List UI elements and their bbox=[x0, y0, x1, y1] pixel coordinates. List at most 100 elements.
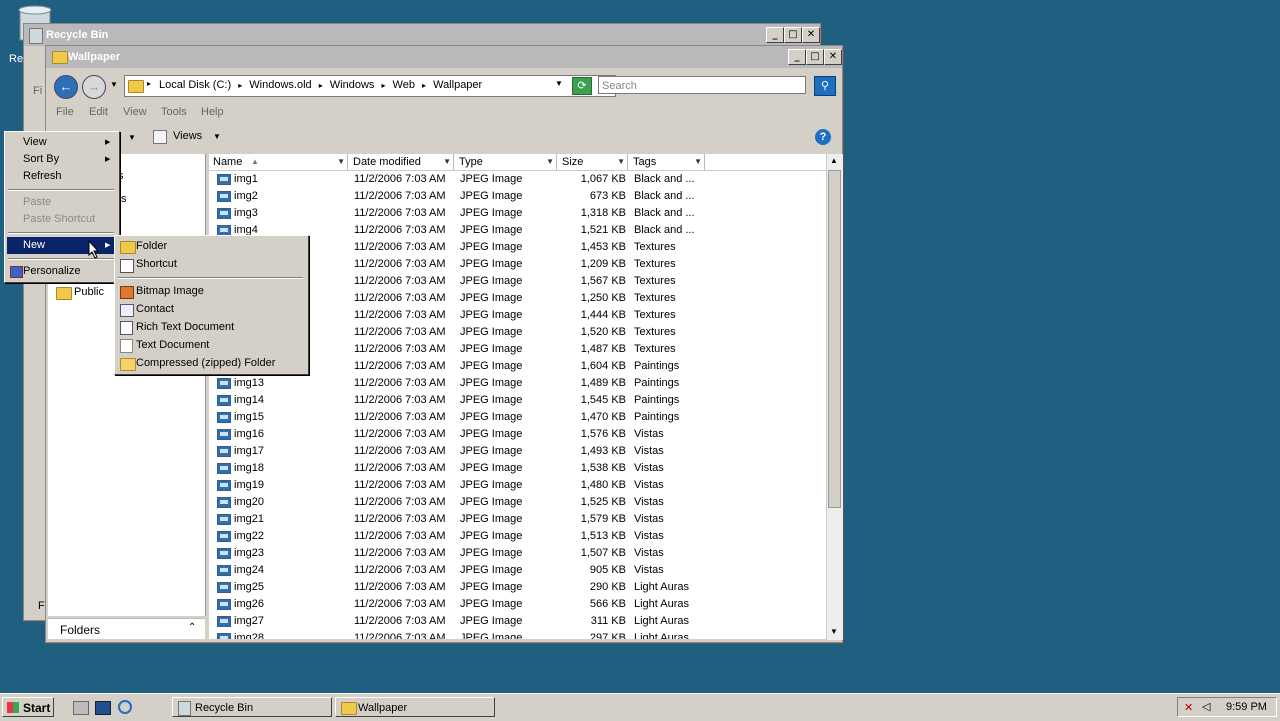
wallpaper-titlebar[interactable]: Wallpaper _ □ ✕ bbox=[46, 46, 842, 68]
file-row[interactable]: img13 11/2/2006 7:03 AM JPEG Image 1,489 KB… bbox=[209, 375, 829, 392]
search-icon[interactable]: ⚲ bbox=[814, 76, 836, 96]
file-row[interactable]: img18 11/2/2006 7:03 AM JPEG Image 1,538 KB… bbox=[209, 460, 829, 477]
recycle-bin-titlebar[interactable]: Recycle Bin _ □ ✕ bbox=[24, 24, 820, 46]
file-type: JPEG Image bbox=[460, 496, 523, 508]
file-row[interactable]: img23 11/2/2006 7:03 AM JPEG Image 1,507 KB… bbox=[209, 545, 829, 562]
scroll-up-icon[interactable]: ▲ bbox=[830, 156, 838, 165]
file-row[interactable]: img15 11/2/2006 7:03 AM JPEG Image 1,470 KB… bbox=[209, 409, 829, 426]
new-contact-item[interactable]: Contact bbox=[136, 301, 174, 318]
breadcrumb-arrow-icon[interactable]: ▸ bbox=[381, 81, 385, 90]
jpeg-image-icon bbox=[217, 378, 231, 389]
file-row[interactable]: img28 11/2/2006 7:03 AM JPEG Image 297 KB Li… bbox=[209, 630, 829, 639]
menu-item-paste-shortcut[interactable]: Paste Shortcut bbox=[23, 211, 95, 228]
scroll-down-icon[interactable]: ▼ bbox=[830, 627, 838, 636]
submenu-arrow-icon: ▶ bbox=[105, 139, 111, 146]
breadcrumb-windows[interactable]: Windows bbox=[330, 79, 375, 91]
minimize-button[interactable]: _ bbox=[766, 27, 784, 43]
column-type[interactable]: Type ▼ bbox=[455, 154, 557, 170]
start-button[interactable]: Start bbox=[2, 697, 54, 717]
breadcrumb-local-disk[interactable]: Local Disk (C:) bbox=[159, 79, 231, 91]
organize-dropdown-icon[interactable]: ▼ bbox=[128, 133, 136, 142]
new-folder-item[interactable]: Folder bbox=[136, 238, 167, 255]
column-dropdown-icon[interactable]: ▼ bbox=[546, 154, 554, 170]
column-dropdown-icon[interactable]: ▼ bbox=[337, 154, 345, 170]
vertical-scrollbar[interactable]: ▲ ▼ bbox=[826, 154, 843, 640]
breadcrumb-web[interactable]: Web bbox=[393, 79, 415, 91]
network-icon[interactable]: ✕ bbox=[1184, 701, 1193, 714]
close-button[interactable]: ✕ bbox=[824, 49, 842, 65]
breadcrumb-arrow-icon[interactable]: ▸ bbox=[422, 81, 426, 90]
file-row[interactable]: img26 11/2/2006 7:03 AM JPEG Image 566 KB Li… bbox=[209, 596, 829, 613]
file-row[interactable]: img2 11/2/2006 7:03 AM JPEG Image 673 KB Bla… bbox=[209, 188, 829, 205]
scrollbar-thumb[interactable] bbox=[828, 170, 841, 508]
column-dropdown-icon[interactable]: ▼ bbox=[443, 154, 451, 170]
column-tags[interactable]: Tags ▼ bbox=[629, 154, 705, 170]
breadcrumb-arrow-icon[interactable]: ▸ bbox=[319, 81, 323, 90]
file-row[interactable]: img14 11/2/2006 7:03 AM JPEG Image 1,545 KB… bbox=[209, 392, 829, 409]
new-rich-text-item[interactable]: Rich Text Document bbox=[136, 319, 234, 336]
file-date: 11/2/2006 7:03 AM bbox=[354, 241, 446, 253]
menu-item-personalize[interactable]: Personalize bbox=[23, 263, 80, 280]
menu-help[interactable]: Help bbox=[201, 106, 224, 118]
taskbar-recycle-bin-label: Recycle Bin bbox=[195, 702, 254, 714]
internet-explorer-icon[interactable] bbox=[118, 700, 132, 714]
recent-pages-chevron-icon[interactable]: ▼ bbox=[110, 80, 118, 89]
close-button[interactable]: ✕ bbox=[802, 27, 820, 43]
recycle-menu-file[interactable]: Fi bbox=[33, 85, 42, 97]
new-text-document-item[interactable]: Text Document bbox=[136, 337, 209, 354]
file-row[interactable]: img16 11/2/2006 7:03 AM JPEG Image 1,576 KB… bbox=[209, 426, 829, 443]
minimize-button[interactable]: _ bbox=[788, 49, 806, 65]
breadcrumb-windows-old[interactable]: Windows.old bbox=[249, 79, 311, 91]
back-button[interactable]: ← bbox=[54, 75, 78, 99]
file-date: 11/2/2006 7:03 AM bbox=[354, 547, 446, 559]
column-name[interactable]: Name ▲ ▼ bbox=[209, 154, 348, 170]
nav-item-public[interactable]: Public bbox=[74, 286, 104, 298]
search-input[interactable]: Search bbox=[598, 76, 806, 94]
menu-file[interactable]: File bbox=[56, 106, 74, 118]
file-row[interactable]: img21 11/2/2006 7:03 AM JPEG Image 1,579 KB… bbox=[209, 511, 829, 528]
file-tags: Textures bbox=[634, 309, 676, 321]
breadcrumb-wallpaper[interactable]: Wallpaper bbox=[433, 79, 482, 91]
menu-item-paste[interactable]: Paste bbox=[23, 194, 51, 211]
file-row[interactable]: img25 11/2/2006 7:03 AM JPEG Image 290 KB Li… bbox=[209, 579, 829, 596]
new-shortcut-item[interactable]: Shortcut bbox=[136, 256, 177, 273]
column-dropdown-icon[interactable]: ▼ bbox=[694, 154, 702, 170]
refresh-icon[interactable]: ⟳ bbox=[572, 77, 592, 95]
file-row[interactable]: img3 11/2/2006 7:03 AM JPEG Image 1,318 KB B… bbox=[209, 205, 829, 222]
maximize-button[interactable]: □ bbox=[806, 49, 824, 65]
menu-view[interactable]: View bbox=[123, 106, 147, 118]
file-row[interactable]: img20 11/2/2006 7:03 AM JPEG Image 1,525 KB… bbox=[209, 494, 829, 511]
address-bar[interactable]: ▸ Local Disk (C:) ▸ Windows.old ▸ Window… bbox=[124, 75, 616, 97]
file-tags: Light Auras bbox=[634, 615, 690, 627]
server-manager-icon[interactable] bbox=[73, 701, 89, 715]
file-row[interactable]: img19 11/2/2006 7:03 AM JPEG Image 1,480 KB… bbox=[209, 477, 829, 494]
forward-button[interactable]: → bbox=[82, 75, 106, 99]
new-zip-folder-item[interactable]: Compressed (zipped) Folder bbox=[136, 355, 275, 372]
show-desktop-icon[interactable] bbox=[95, 701, 111, 715]
file-row[interactable]: img24 11/2/2006 7:03 AM JPEG Image 905 KB Vi… bbox=[209, 562, 829, 579]
new-bitmap-item[interactable]: Bitmap Image bbox=[136, 283, 204, 300]
column-dropdown-icon[interactable]: ▼ bbox=[617, 154, 625, 170]
menu-item-refresh[interactable]: Refresh bbox=[23, 168, 62, 185]
folders-toggle[interactable]: Folders ⌃ bbox=[48, 618, 205, 639]
clock[interactable]: 9:59 PM bbox=[1226, 701, 1267, 713]
file-type: JPEG Image bbox=[460, 411, 523, 423]
column-size[interactable]: Size ▼ bbox=[558, 154, 628, 170]
maximize-button[interactable]: □ bbox=[784, 27, 802, 43]
taskbar-recycle-bin[interactable]: Recycle Bin bbox=[172, 697, 332, 717]
menu-item-view[interactable]: View bbox=[23, 134, 47, 151]
file-row[interactable]: img1 11/2/2006 7:03 AM JPEG Image 1,067 KB B… bbox=[209, 171, 829, 188]
menu-edit[interactable]: Edit bbox=[89, 106, 108, 118]
jpeg-image-icon bbox=[217, 599, 231, 610]
file-row[interactable]: img17 11/2/2006 7:03 AM JPEG Image 1,493 KB… bbox=[209, 443, 829, 460]
file-row[interactable]: img27 11/2/2006 7:03 AM JPEG Image 311 KB Li… bbox=[209, 613, 829, 630]
help-icon[interactable]: ? bbox=[815, 129, 831, 145]
menu-item-sort-by[interactable]: Sort By bbox=[23, 151, 59, 168]
volume-icon[interactable]: ◁ bbox=[1202, 700, 1210, 713]
breadcrumb-arrow-icon[interactable]: ▸ bbox=[238, 81, 242, 90]
file-row[interactable]: img22 11/2/2006 7:03 AM JPEG Image 1,513 KB… bbox=[209, 528, 829, 545]
menu-tools[interactable]: Tools bbox=[161, 106, 187, 118]
taskbar-wallpaper[interactable]: Wallpaper bbox=[335, 697, 495, 717]
column-date-modified[interactable]: Date modified ▼ bbox=[349, 154, 454, 170]
address-dropdown-icon[interactable]: ▼ bbox=[555, 79, 563, 88]
